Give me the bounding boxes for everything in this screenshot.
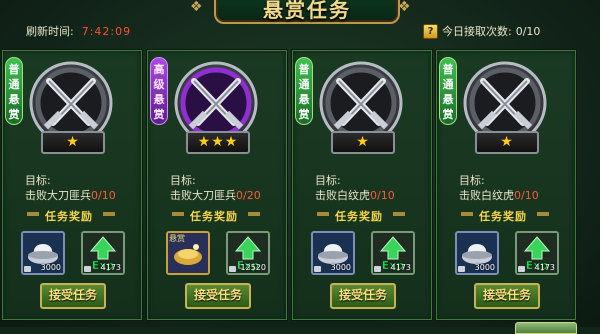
goal-text: 击败大刀匪兵0/10 xyxy=(25,187,116,203)
reward-item[interactable]: Exp 4173 xyxy=(81,231,125,275)
title-ornament-left: ❖ xyxy=(190,0,203,15)
quest-tier-tag: 普通悬赏 xyxy=(5,57,23,125)
reward-divider-right xyxy=(248,212,260,216)
star-rating: ★ xyxy=(475,131,539,154)
goal-progress: 0/10 xyxy=(91,189,116,202)
reward-heading: 任务奖励 xyxy=(335,210,383,223)
bottom-tab-button[interactable] xyxy=(515,322,577,334)
quest-card: 普通悬赏 ★ 目标: 击败白纹虎0/10 任务奖励 3000 Exp 4173 … xyxy=(292,50,432,320)
daily-accept-count: 今日接取次数: 0/10 xyxy=(442,23,540,39)
quest-card: 普通悬赏 ★ 目标: 击败白纹虎0/10 任务奖励 3000 Exp 4173 … xyxy=(436,50,576,320)
goal-target: 击败大刀匪兵 xyxy=(25,189,91,202)
goal-text: 击败白纹虎0/10 xyxy=(315,187,395,203)
goal-text: 击败大刀匪兵0/20 xyxy=(170,187,261,203)
reward-item[interactable]: 3000 xyxy=(311,231,355,275)
reward-quantity: 3000 xyxy=(330,263,351,272)
reward-heading: 任务奖励 xyxy=(190,210,238,223)
bound-lock-icon xyxy=(518,266,525,272)
reward-item[interactable]: 3000 xyxy=(455,231,499,275)
accept-quest-button[interactable]: 接受任务 xyxy=(40,283,106,309)
quest-tier-tag: 普通悬赏 xyxy=(295,57,313,125)
reward-heading: 任务奖励 xyxy=(479,210,527,223)
goal-target: 击败白纹虎 xyxy=(459,189,514,202)
reward-divider-left xyxy=(317,212,329,216)
reward-quantity: 4173 xyxy=(390,263,411,272)
goal-text: 击败白纹虎0/10 xyxy=(459,187,539,203)
treasure-item-icon xyxy=(168,233,208,273)
reward-item[interactable]: 3000 xyxy=(21,231,65,275)
reward-item[interactable]: Exp 4173 xyxy=(515,231,559,275)
star-rating: ★ xyxy=(41,131,105,154)
refresh-label: 刷新时间: xyxy=(26,25,74,38)
quest-card: 普通悬赏 ★ 目标: 击败大刀匪兵0/10 任务奖励 3000 Exp 4173… xyxy=(2,50,142,320)
bound-lock-icon xyxy=(229,266,236,272)
goal-target: 击败白纹虎 xyxy=(315,189,370,202)
goal-target: 击败大刀匪兵 xyxy=(170,189,236,202)
reward-heading: 任务奖励 xyxy=(45,210,93,223)
reward-quantity: 4173 xyxy=(534,263,555,272)
window-title: 悬赏任务 xyxy=(214,0,400,24)
goal-progress: 0/20 xyxy=(236,189,261,202)
reward-divider-right xyxy=(103,212,115,216)
reward-item[interactable]: Exp 12520 xyxy=(226,231,270,275)
goal-label: 目标: xyxy=(170,174,196,187)
help-icon[interactable]: ? xyxy=(423,24,438,39)
reward-quantity: 3000 xyxy=(40,263,61,272)
goal-label: 目标: xyxy=(459,174,485,187)
quest-card: 高级悬赏 ★★★ 目标: 击败大刀匪兵0/20 任务奖励 悬赏 Exp 1252… xyxy=(147,50,287,320)
daily-count: 0/10 xyxy=(515,25,541,38)
goal-progress: 0/10 xyxy=(514,189,539,202)
reward-divider-right xyxy=(393,212,405,216)
reward-item[interactable]: Exp 4173 xyxy=(371,231,415,275)
accept-quest-button[interactable]: 接受任务 xyxy=(474,283,540,309)
reward-quantity: 3000 xyxy=(474,263,495,272)
reward-divider-left xyxy=(461,212,473,216)
quest-tier-tag: 普通悬赏 xyxy=(439,57,457,125)
title-ornament-right: ❖ xyxy=(398,0,411,15)
goal-label: 目标: xyxy=(315,174,341,187)
quest-tier-tag: 高级悬赏 xyxy=(150,57,168,125)
reward-quantity: 4173 xyxy=(100,263,121,272)
bound-lock-icon xyxy=(314,266,321,272)
reward-item[interactable]: 悬赏 xyxy=(166,231,210,275)
bound-lock-icon xyxy=(84,266,91,272)
accept-quest-button[interactable]: 接受任务 xyxy=(330,283,396,309)
reward-divider-right xyxy=(537,212,549,216)
reward-divider-left xyxy=(27,212,39,216)
star-rating: ★★★ xyxy=(186,131,250,154)
daily-label: 今日接取次数: xyxy=(442,25,512,38)
reward-divider-left xyxy=(172,212,184,216)
goal-progress: 0/10 xyxy=(370,189,395,202)
accept-quest-button[interactable]: 接受任务 xyxy=(185,283,251,309)
refresh-timer: 刷新时间: 7:42:09 xyxy=(26,23,131,39)
bound-lock-icon xyxy=(24,266,31,272)
reward-quantity: 12520 xyxy=(240,263,266,272)
bound-lock-icon xyxy=(458,266,465,272)
refresh-time: 7:42:09 xyxy=(81,25,132,38)
reward-item-tag: 悬赏 xyxy=(169,234,185,243)
star-rating: ★ xyxy=(331,131,395,154)
bound-lock-icon xyxy=(374,266,381,272)
goal-label: 目标: xyxy=(25,174,51,187)
